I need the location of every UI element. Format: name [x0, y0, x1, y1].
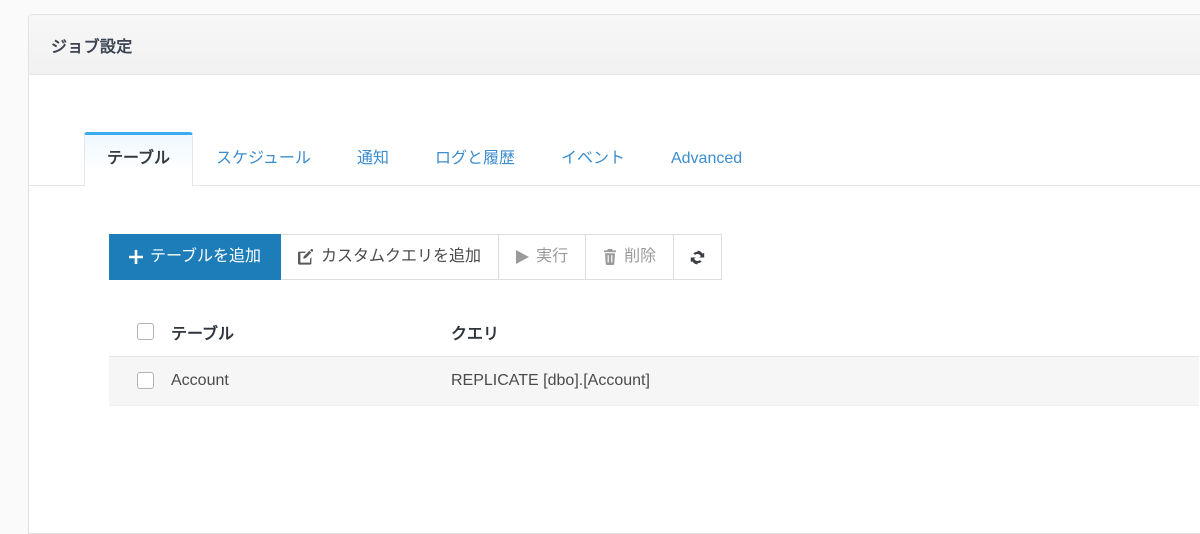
panel-body: テーブル スケジュール 通知 ログと履歴 イベント Advanced	[29, 118, 1200, 406]
table-toolbar: テーブルを追加 カスタムクエリを追加 実行	[109, 234, 1200, 280]
table-row[interactable]: Account REPLICATE [dbo].[Account]	[109, 357, 1199, 406]
pencil-square-icon	[298, 249, 314, 265]
panel-header: ジョブ設定	[29, 15, 1200, 75]
row-select-cell	[109, 357, 171, 406]
add-table-button[interactable]: テーブルを追加	[109, 234, 281, 280]
row-checkbox[interactable]	[137, 372, 154, 389]
refresh-button[interactable]	[674, 234, 722, 280]
plus-icon	[129, 250, 143, 264]
add-custom-query-button[interactable]: カスタムクエリを追加	[281, 234, 499, 280]
column-header-query[interactable]: クエリ	[451, 308, 1199, 357]
tab-logs[interactable]: ログと履歴	[412, 132, 538, 186]
tab-events[interactable]: イベント	[538, 132, 648, 186]
add-custom-query-label: カスタムクエリを追加	[321, 249, 481, 265]
trash-icon	[603, 249, 617, 265]
tables-grid-body: Account REPLICATE [dbo].[Account]	[109, 357, 1199, 406]
delete-label: 削除	[624, 249, 656, 265]
tab-schedule-label: スケジュール	[216, 150, 311, 167]
tab-tables[interactable]: テーブル	[84, 132, 193, 187]
tables-grid: テーブル クエリ Account REPLICATE [dbo].[Accoun…	[109, 308, 1199, 406]
select-all-checkbox[interactable]	[137, 323, 154, 340]
tab-logs-label: ログと履歴	[435, 150, 515, 167]
tab-bar: テーブル スケジュール 通知 ログと履歴 イベント Advanced	[29, 118, 1200, 186]
delete-button[interactable]: 削除	[586, 234, 674, 280]
tab-notify[interactable]: 通知	[334, 132, 412, 186]
cell-query: REPLICATE [dbo].[Account]	[451, 357, 1199, 406]
run-button[interactable]: 実行	[499, 234, 586, 280]
tab-events-label: イベント	[561, 150, 625, 167]
refresh-icon	[689, 249, 706, 266]
table-header-row: テーブル クエリ	[109, 308, 1199, 357]
play-icon	[516, 250, 529, 264]
tab-advanced[interactable]: Advanced	[648, 132, 765, 186]
select-all-cell	[109, 308, 171, 357]
job-settings-panel: ジョブ設定 テーブル スケジュール 通知 ログと履歴 イベント Advanced	[28, 14, 1200, 534]
cell-table-name: Account	[171, 357, 451, 406]
page-title: ジョブ設定	[51, 33, 133, 57]
tab-tables-label: テーブル	[107, 150, 170, 167]
column-header-table[interactable]: テーブル	[171, 308, 451, 357]
run-label: 実行	[536, 249, 568, 265]
tab-notify-label: 通知	[357, 150, 389, 167]
tables-grid-head: テーブル クエリ	[109, 308, 1199, 357]
tables-grid-wrapper: テーブル クエリ Account REPLICATE [dbo].[Accoun…	[109, 308, 1200, 406]
tab-schedule[interactable]: スケジュール	[193, 132, 334, 186]
tab-advanced-label: Advanced	[671, 150, 742, 167]
add-table-label: テーブルを追加	[150, 249, 261, 265]
